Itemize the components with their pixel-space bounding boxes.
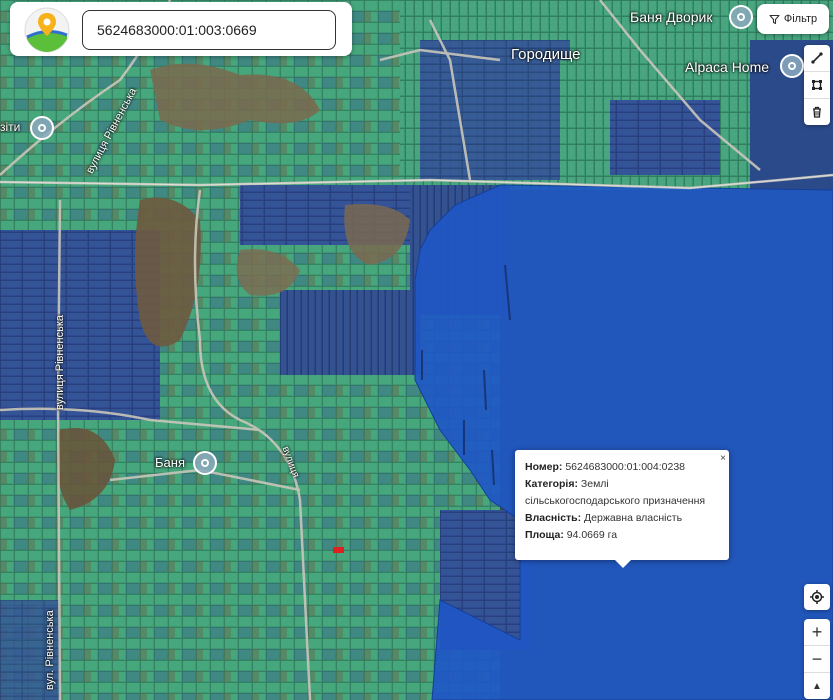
draw-line-icon (811, 52, 823, 64)
popup-ownership-value: Державна власність (584, 512, 683, 524)
popup-number-label: Номер: (525, 461, 563, 473)
draw-line-button[interactable] (804, 45, 830, 71)
poi-left-pin-icon[interactable] (30, 116, 54, 140)
popup-ownership-row: Власність: Державна власність (525, 510, 719, 527)
village-label: Городище (511, 46, 581, 63)
popup-category-row: Категорія: Землі сільськогосподарського … (525, 476, 719, 510)
draw-polygon-button[interactable] (804, 71, 830, 98)
search-panel (10, 2, 352, 56)
popup-area-row: Площа: 94.0669 га (525, 527, 719, 544)
alpaca-pin-icon[interactable] (780, 54, 804, 78)
highlighted-parcel[interactable] (333, 547, 344, 553)
popup-number-row: Номер: 5624683000:01:004:0238 (525, 459, 719, 476)
popup-close-button[interactable]: × (720, 450, 726, 467)
bath-mid-pin-icon[interactable] (193, 451, 217, 475)
popup-ownership-label: Власність: (525, 512, 582, 524)
street-label-3: вул. Рівненська (44, 610, 56, 690)
zoom-control: + − ▲ (804, 619, 830, 699)
bath-top-pin-icon[interactable] (729, 5, 753, 29)
parcel-info-popup: × Номер: 5624683000:01:004:0238 Категорі… (515, 450, 729, 568)
bath-top-label: Баня Дворик (630, 9, 713, 25)
locate-button[interactable] (804, 584, 830, 610)
compass-north-button[interactable]: ▲ (804, 672, 830, 699)
trash-icon (813, 106, 821, 118)
delete-drawing-button[interactable] (804, 98, 830, 125)
draw-polygon-icon (812, 80, 822, 90)
popup-category-label: Категорія: (525, 478, 578, 490)
zoom-out-button[interactable]: − (804, 645, 830, 672)
poi-left-label: зіти (0, 120, 21, 134)
zoom-in-button[interactable]: + (804, 619, 830, 645)
street-label-2: вулиця Рівненська (54, 314, 66, 410)
filter-button[interactable]: Фільтр (757, 4, 829, 34)
popup-area-value: 94.0669 га (566, 529, 618, 541)
alpaca-label: Alpaca Home (685, 59, 770, 75)
popup-number-value: 5624683000:01:004:0238 (565, 461, 686, 473)
filter-icon (769, 14, 780, 24)
filter-label: Фільтр (783, 13, 818, 25)
draw-toolbar (804, 45, 830, 125)
locate-control (804, 584, 830, 610)
popup-area-label: Площа: (525, 529, 564, 541)
bath-mid-label: Баня (155, 455, 185, 470)
cadastral-search-input[interactable] (82, 10, 336, 50)
locate-icon (810, 590, 824, 604)
app-logo-icon[interactable] (24, 7, 70, 53)
